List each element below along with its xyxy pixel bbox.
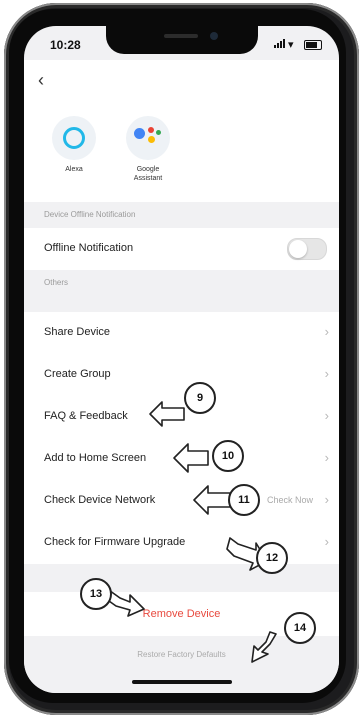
callout-badge-9: 9: [184, 382, 216, 414]
device-settings-screen: 10:28 ▾ ‹ Alexa Google Assistant Device …: [24, 26, 339, 693]
callout-badge-13: 13: [80, 578, 112, 610]
callout-badge-12: 12: [256, 542, 288, 574]
callout-arrow-11: [193, 485, 231, 515]
callout-badge-10: 10: [212, 440, 244, 472]
callout-badge-11: 11: [228, 484, 260, 516]
callout-badge-14: 14: [284, 612, 316, 644]
callout-arrow-9: [149, 401, 185, 427]
callout-arrow-10: [173, 443, 209, 473]
callout-arrow-14: [251, 631, 277, 663]
callout-arrows: [101, 401, 277, 663]
